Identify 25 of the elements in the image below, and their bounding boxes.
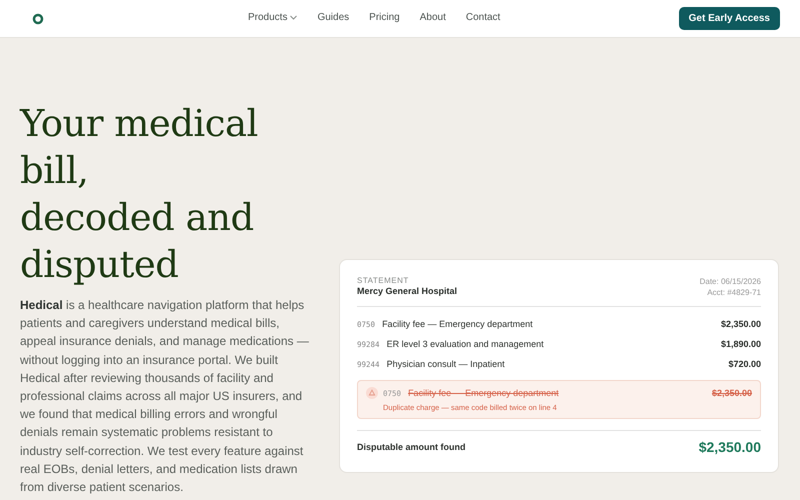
statement-date: Date: 06/15/2026 [700,276,761,287]
nav-link[interactable]: About [420,12,446,23]
charge-description: Facility fee — Emergency department [408,388,560,398]
nav-link[interactable]: Contact [466,12,500,23]
charge-amount: $2,350.00 [720,319,761,329]
charge-amount: $1,890.00 [720,339,761,349]
provider-name: Mercy General Hospital [357,286,458,296]
charge-description: ER level 3 evaluation and management [386,339,545,349]
logo-icon[interactable] [32,12,44,24]
intro-paragraph: Hedical is a healthcare navigation platform that helps patients and caregivers understand medical bills, appeal insurance denials, and manage medications — without logging into an insurance portal. We built Hedical after reviewing thousands of facility and professional claims across all major US insurers, and we found that medical billing errors and wrongful denials remain systematic problems resistant to industry self-correction. We test every feature against real EOBs, denial letters, and medication lists drawn from diverse patient scenarios. [20,297,310,496]
total-amount: $2,350.00 [698,439,761,455]
charge-amount: $720.00 [728,359,761,369]
early-access-button[interactable]: Get Early Access [678,7,780,30]
hero-heading: Your medical bill, decoded and disputed [20,101,259,288]
statement-label: STATEMENT [357,276,410,285]
charge-amount: $2,350.00 [712,388,752,398]
nav-link[interactable]: Pricing [369,12,400,23]
account-number: Acct: #4829-71 [707,287,761,298]
charge-description: Facility fee — Emergency department [382,319,534,329]
warning-icon [366,387,378,399]
chevron-down-icon [290,15,298,20]
nav-link[interactable]: Guides [317,12,350,23]
nav-link[interactable]: Products [248,12,298,23]
total-label: Disputable amount found [357,442,466,452]
charge-description: Physician consult — Inpatient [386,359,506,369]
